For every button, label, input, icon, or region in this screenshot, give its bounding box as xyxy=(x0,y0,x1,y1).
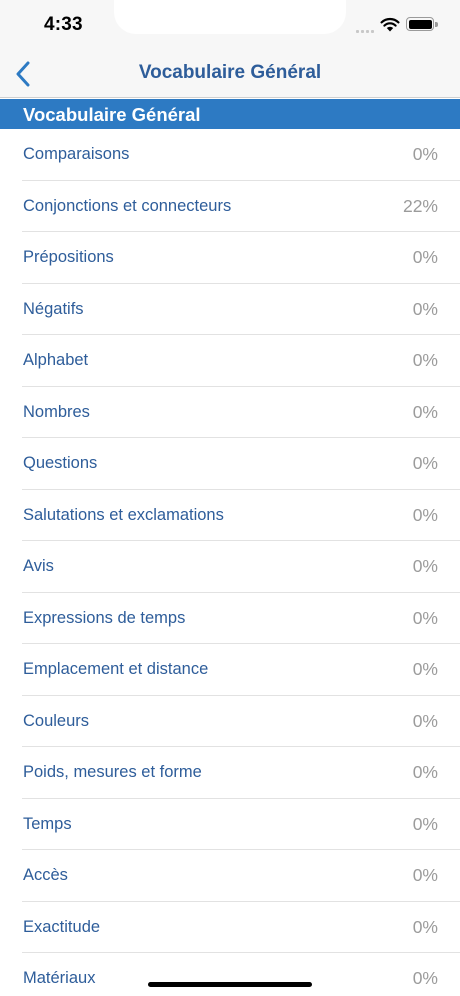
category-list: Comparaisons 0% Conjonctions et connecteu… xyxy=(0,129,460,996)
list-item-progress: 0% xyxy=(412,556,438,576)
navigation-bar: Vocabulaire Général xyxy=(0,50,460,98)
list-item[interactable]: Poids, mesures et forme 0% xyxy=(0,747,460,799)
list-item-label: Salutations et exclamations xyxy=(23,505,224,524)
list-item-label: Alphabet xyxy=(23,351,89,369)
page-title: Vocabulaire Général xyxy=(138,62,322,83)
app-screen: 4:33 Vocabulaire Général Vocabulaire Gén… xyxy=(0,0,460,996)
wifi-icon xyxy=(380,17,400,32)
list-item[interactable]: Comparaisons 0% xyxy=(0,129,460,181)
list-item-progress: 0% xyxy=(412,968,438,988)
list-item-label: Négatifs xyxy=(23,299,84,318)
cellular-signal-icon xyxy=(356,27,374,33)
home-indicator[interactable] xyxy=(148,982,312,987)
list-item-label: Comparaisons xyxy=(23,145,130,163)
list-item[interactable]: Exactitude 0% xyxy=(0,902,460,954)
list-item-label: Accès xyxy=(23,866,68,884)
list-item-label: Prépositions xyxy=(23,248,114,266)
list-item-progress: 0% xyxy=(412,298,438,319)
list-item[interactable]: Accès 0% xyxy=(0,850,460,902)
list-item-label: Poids, mesures et forme xyxy=(23,763,202,781)
list-item[interactable]: Conjonctions et connecteurs 22% xyxy=(0,181,460,233)
list-item-progress: 0% xyxy=(412,710,438,731)
list-item-progress: 0% xyxy=(412,813,438,834)
list-item-progress: 0% xyxy=(412,916,438,937)
list-item[interactable]: Salutations et exclamations 0% xyxy=(0,490,460,542)
list-item-progress: 0% xyxy=(412,865,438,885)
list-item-progress: 0% xyxy=(412,504,438,525)
device-notch xyxy=(114,0,346,34)
list-item-progress: 0% xyxy=(412,659,438,679)
list-item[interactable]: Couleurs 0% xyxy=(0,696,460,748)
list-item[interactable]: Emplacement et distance 0% xyxy=(0,644,460,696)
list-item-progress: 0% xyxy=(412,350,438,370)
list-item[interactable]: Alphabet 0% xyxy=(0,335,460,387)
section-header: Vocabulaire Général xyxy=(0,99,460,129)
list-item-label: Temps xyxy=(23,814,72,833)
list-item-progress: 0% xyxy=(412,762,438,782)
list-item[interactable]: Expressions de temps 0% xyxy=(0,593,460,645)
list-item[interactable]: Questions 0% xyxy=(0,438,460,490)
list-item[interactable]: Prépositions 0% xyxy=(0,232,460,284)
list-item-label: Matériaux xyxy=(23,969,96,987)
battery-icon xyxy=(406,17,438,31)
list-item-progress: 0% xyxy=(412,401,438,422)
list-item-label: Questions xyxy=(23,454,98,472)
list-item[interactable]: Avis 0% xyxy=(0,541,460,593)
list-item[interactable]: Négatifs 0% xyxy=(0,284,460,336)
list-item-label: Exactitude xyxy=(23,917,101,936)
list-item-label: Expressions de temps xyxy=(23,608,186,627)
list-item[interactable]: Temps 0% xyxy=(0,799,460,851)
list-item-progress: 0% xyxy=(412,144,438,164)
list-item-progress: 0% xyxy=(412,607,438,628)
status-bar: 4:33 xyxy=(0,0,460,50)
list-item-label: Avis xyxy=(23,557,54,575)
list-item[interactable]: Nombres 0% xyxy=(0,387,460,439)
list-item-label: Couleurs xyxy=(23,711,90,730)
list-item-label: Nombres xyxy=(23,402,90,421)
list-item-progress: 0% xyxy=(412,453,438,473)
list-item-label: Emplacement et distance xyxy=(23,660,209,678)
list-item-label: Conjonctions et connecteurs xyxy=(23,196,232,215)
list-item-progress: 0% xyxy=(412,247,438,267)
list-item[interactable]: Matériaux 0% xyxy=(0,953,460,996)
list-item-progress: 22% xyxy=(402,195,438,216)
status-time: 4:33 xyxy=(44,14,83,35)
